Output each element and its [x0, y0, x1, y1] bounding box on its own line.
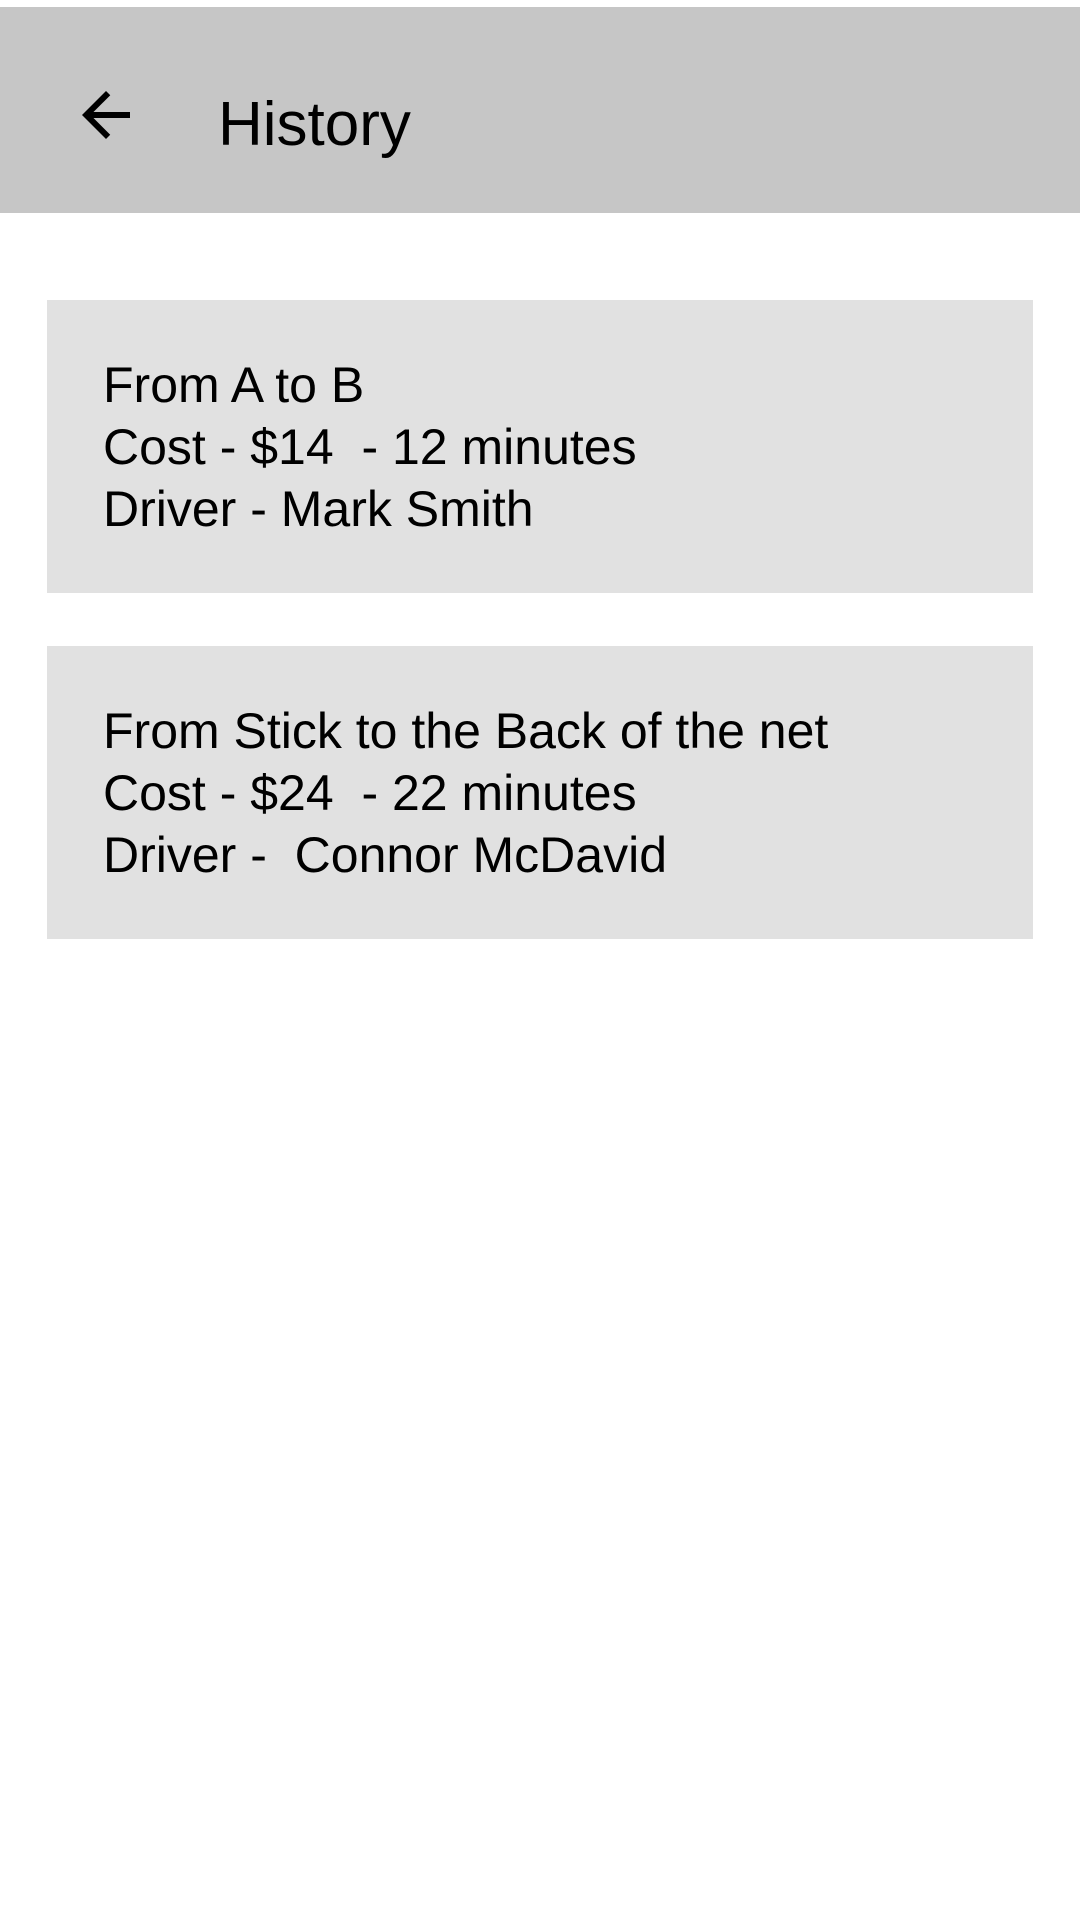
- back-button[interactable]: [56, 65, 156, 165]
- page-title: History: [218, 90, 411, 159]
- trip-driver: Driver - Mark Smith: [103, 481, 534, 537]
- history-item[interactable]: From Stick to the Back of the net Cost -…: [47, 646, 1033, 939]
- history-item[interactable]: From A to B Cost - $14 - 12 minutes Driv…: [47, 300, 1033, 593]
- trip-route: From A to B: [103, 357, 365, 413]
- history-list: From A to B Cost - $14 - 12 minutes Driv…: [47, 300, 1033, 992]
- trip-cost-time: Cost - $14 - 12 minutes: [103, 419, 637, 475]
- app-bar: History: [0, 7, 1080, 213]
- trip-driver: Driver - Connor McDavid: [103, 827, 668, 883]
- trip-cost-time: Cost - $24 - 22 minutes: [103, 765, 637, 821]
- arrow-left-icon: [82, 91, 130, 139]
- trip-route: From Stick to the Back of the net: [103, 703, 829, 759]
